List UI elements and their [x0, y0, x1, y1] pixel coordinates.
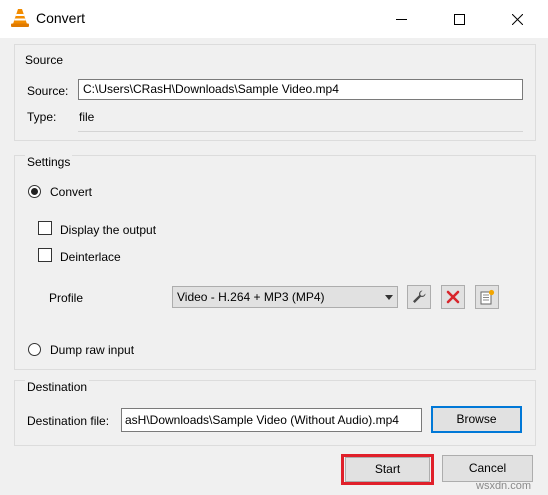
watermark: wsxdn.com [476, 480, 532, 492]
start-button[interactable]: Start [345, 457, 430, 482]
settings-group-title: Settings [25, 155, 73, 169]
display-output-label[interactable]: Display the output [60, 223, 156, 237]
deinterlace-label[interactable]: Deinterlace [60, 250, 121, 264]
wrench-icon [413, 290, 426, 303]
window-title: Convert [36, 10, 86, 26]
convert-radio[interactable] [28, 185, 41, 198]
profile-select[interactable]: Video - H.264 + MP3 (MP4) [172, 286, 398, 308]
source-group-title: Source [25, 53, 64, 67]
maximize-button[interactable] [436, 0, 482, 38]
minimize-button[interactable] [378, 0, 424, 38]
destination-group-title: Destination [25, 380, 90, 394]
convert-label[interactable]: Convert [50, 185, 92, 199]
close-button[interactable] [494, 0, 540, 38]
delete-x-icon [446, 290, 460, 304]
display-output-checkbox[interactable] [38, 221, 52, 235]
dump-raw-label[interactable]: Dump raw input [50, 343, 134, 357]
browse-button[interactable]: Browse [431, 406, 522, 433]
source-label: Source: [27, 84, 69, 98]
destination-file-input[interactable]: asH\Downloads\Sample Video (Without Audi… [121, 408, 422, 432]
dump-raw-radio[interactable] [28, 343, 41, 356]
profile-select-value: Video - H.264 + MP3 (MP4) [177, 290, 325, 304]
cancel-button[interactable]: Cancel [442, 455, 533, 482]
edit-profile-button[interactable] [407, 285, 431, 309]
type-value: file [79, 110, 95, 124]
chevron-down-icon [385, 295, 393, 300]
source-path-input[interactable]: C:\Users\CRasH\Downloads\Sample Video.mp… [78, 79, 523, 100]
vlc-cone-icon [11, 8, 29, 28]
profile-label: Profile [49, 291, 84, 305]
new-profile-icon [480, 289, 495, 305]
delete-profile-button[interactable] [441, 285, 465, 309]
destination-file-label: Destination file: [27, 414, 110, 428]
type-label: Type: [27, 110, 57, 124]
deinterlace-checkbox[interactable] [38, 248, 52, 262]
source-separator [78, 131, 523, 132]
new-profile-button[interactable] [475, 285, 499, 309]
